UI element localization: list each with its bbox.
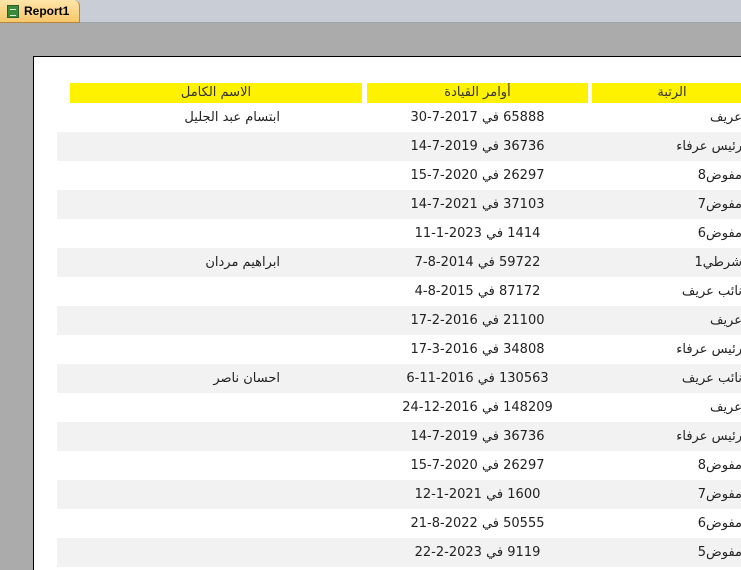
table-row: 37103 في 2021-7-14 مفوض7 [57, 190, 741, 219]
cell-command-orders: 36736 في 2019-7-14 [410, 429, 545, 444]
cell-full-name [67, 132, 280, 161]
cell-rank: مفوض8 [697, 458, 741, 473]
cell-full-name [67, 335, 280, 364]
cell-rank: عريف [709, 110, 741, 125]
table-row: 36736 في 2019-7-14 رئيس عرفاء [57, 422, 741, 451]
cell-full-name [67, 451, 280, 480]
table-row: 50555 في 2022-8-21 مفوض6 [57, 509, 741, 538]
report-page: الاسم الكامل أوامر القيادة الرتبة ابتسام… [33, 56, 741, 570]
cell-rank: رئيس عرفاء [676, 342, 741, 357]
table-row: ابراهيم مردان 59722 في 2014-8-7 شرطي1 [57, 248, 741, 277]
cell-command-orders: 59722 في 2014-8-7 [414, 255, 541, 270]
cell-command-orders: 87172 في 2015-8-4 [414, 284, 541, 299]
cell-full-name [67, 480, 280, 509]
report-icon [7, 4, 19, 18]
cell-command-orders: 1414 في 2023-1-11 [414, 226, 541, 241]
cell-command-orders: 50555 في 2022-8-21 [410, 516, 545, 531]
table-row: 36736 في 2019-7-14 رئيس عرفاء [57, 132, 741, 161]
table-row: 21100 في 2016-2-17 عريف [57, 306, 741, 335]
cell-command-orders: 37103 في 2021-7-14 [410, 197, 545, 212]
cell-command-orders: 9119 في 2023-2-22 [414, 545, 541, 560]
cell-rank: مفوض6 [697, 516, 741, 531]
cell-rank: مفوض7 [697, 197, 741, 212]
cell-rank: نائب عريف [681, 371, 741, 386]
report-rows: ابتسام عبد الجليل 65888 في 2017-7-30 عريف 3… [57, 103, 741, 567]
cell-command-orders: 26297 في 2020-7-15 [410, 168, 545, 183]
cell-full-name [67, 393, 280, 422]
cell-full-name [67, 161, 280, 190]
header-command-orders: أوامر القيادة [367, 83, 588, 103]
cell-full-name: ابراهيم مردان [205, 255, 280, 270]
cell-command-orders: 130563 في 2016-11-6 [406, 371, 549, 386]
cell-rank: مفوض8 [697, 168, 741, 183]
cell-rank: مفوض5 [697, 545, 741, 560]
table-row: 26297 في 2020-7-15 مفوض8 [57, 161, 741, 190]
cell-rank: مفوض7 [697, 487, 741, 502]
table-row: 1600 في 2021-1-12 مفوض7 [57, 480, 741, 509]
cell-full-name [67, 306, 280, 335]
cell-rank: رئيس عرفاء [676, 139, 741, 154]
cell-command-orders: 34808 في 2016-3-17 [410, 342, 545, 357]
cell-rank: عريف [709, 400, 741, 415]
cell-full-name [67, 277, 280, 306]
cell-full-name [67, 422, 280, 451]
cell-full-name [67, 538, 280, 567]
cell-command-orders: 1600 في 2021-1-12 [414, 487, 541, 502]
cell-rank: عريف [709, 313, 741, 328]
table-row: احسان ناصر 130563 في 2016-11-6 نائب عريف [57, 364, 741, 393]
table-row: 34808 في 2016-3-17 رئيس عرفاء [57, 335, 741, 364]
cell-rank: شرطي1 [694, 255, 741, 270]
cell-full-name [67, 190, 280, 219]
cell-full-name [67, 219, 280, 248]
table-row: ابتسام عبد الجليل 65888 في 2017-7-30 عريف [57, 103, 741, 132]
table-row: 1414 في 2023-1-11 مفوض6 [57, 219, 741, 248]
table-row: 9119 في 2023-2-22 مفوض5 [57, 538, 741, 567]
cell-command-orders: 148209 في 2016-12-24 [402, 400, 553, 415]
report-tab-label: Report1 [24, 4, 70, 18]
cell-full-name: ابتسام عبد الجليل [184, 110, 280, 125]
cell-command-orders: 21100 في 2016-2-17 [410, 313, 545, 328]
cell-rank: مفوض6 [697, 226, 741, 241]
document-tab-bar: Report1 [0, 0, 741, 23]
cell-rank: رئيس عرفاء [676, 429, 741, 444]
cell-rank: نائب عريف [681, 284, 741, 299]
cell-command-orders: 65888 في 2017-7-30 [410, 110, 545, 125]
cell-command-orders: 26297 في 2020-7-15 [410, 458, 545, 473]
header-rank: الرتبة [592, 83, 741, 103]
report-tab[interactable]: Report1 [0, 0, 80, 23]
table-row: 148209 في 2016-12-24 عريف [57, 393, 741, 422]
cell-full-name [67, 509, 280, 538]
cell-full-name: احسان ناصر [213, 371, 280, 386]
header-full-name: الاسم الكامل [70, 83, 362, 103]
cell-command-orders: 36736 في 2019-7-14 [410, 139, 545, 154]
table-row: 87172 في 2015-8-4 نائب عريف [57, 277, 741, 306]
table-row: 26297 في 2020-7-15 مفوض8 [57, 451, 741, 480]
